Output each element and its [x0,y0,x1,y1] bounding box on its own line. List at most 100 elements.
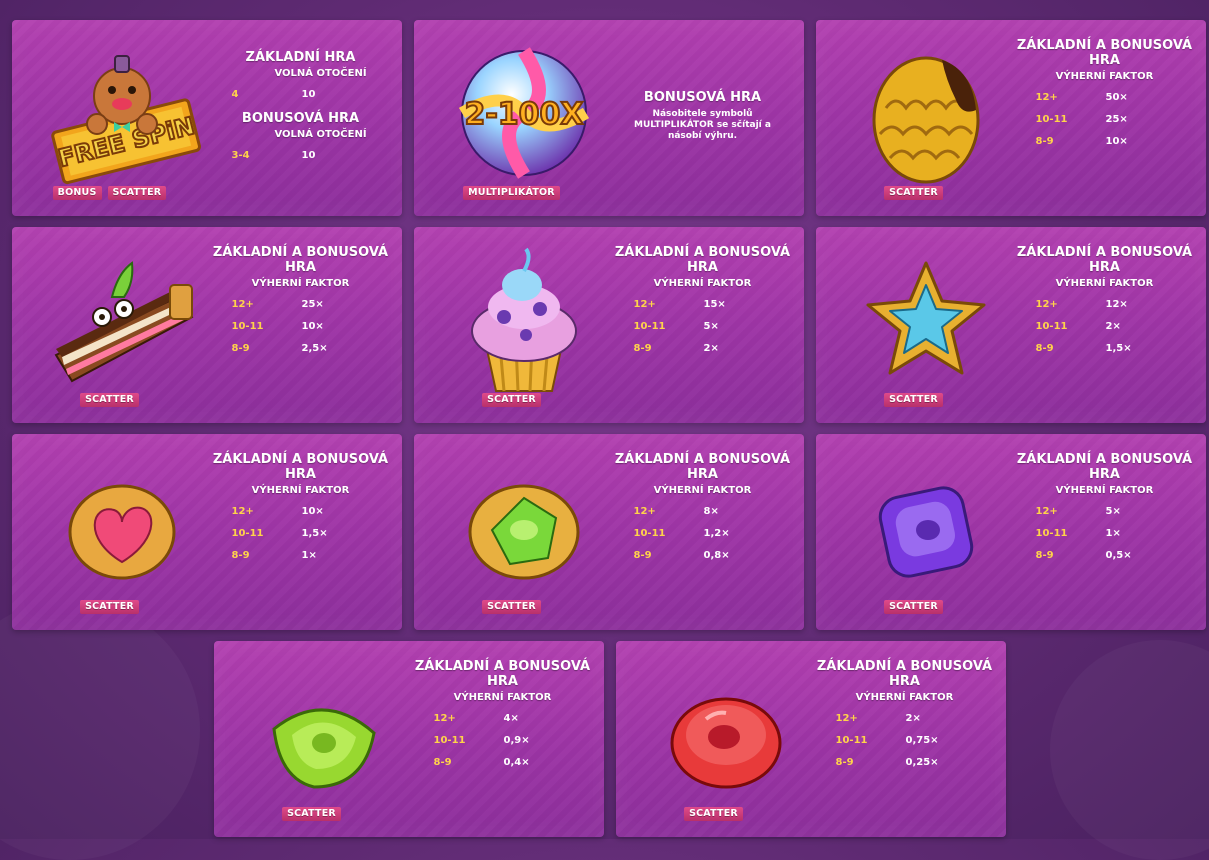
scatter-tag: SCATTER [684,807,743,821]
cupcake-icon [471,247,577,392]
count-cell: 10-11 [231,320,264,332]
bonus-paytable: 3-4 10 [226,144,376,166]
paytable: 12+ 4× 10-11 0,9× 8-9 0,4× [428,707,578,773]
symbol-info: ZÁKLADNÍ A BONUSOVÁ HRA VÝHERNÍ FAKTOR 1… [1011,452,1198,566]
base-game-subtitle: VOLNÁ OTOČENÍ [274,68,367,79]
paytable-row: 10-11 1,5× [226,522,376,544]
paytable-row: 4 10 [226,83,376,105]
green-candy-icon [272,708,376,789]
symbol-tags: SCATTER [414,393,609,407]
paytable: 12+ 50× 10-11 25× 8-9 10× [1030,86,1180,152]
count-cell: 10-11 [1035,113,1068,125]
count-cell: 12+ [633,298,656,310]
symbol-info: ZÁKLADNÍ A BONUSOVÁ HRA VÝHERNÍ FAKTOR 1… [409,659,596,773]
symbol-info: BONUSOVÁ HRA Násobitele symbolů MULTIPLI… [609,90,796,142]
win-title: ZÁKLADNÍ A BONUSOVÁ HRA [414,659,591,689]
paytable-row: 8-9 1× [226,544,376,566]
value-cell: 0,8× [703,549,730,561]
win-subtitle: VÝHERNÍ FAKTOR [251,485,350,496]
paytable-row: 8-9 2,5× [226,337,376,359]
count-cell: 8-9 [1035,549,1054,561]
value-cell: 10 [301,149,316,161]
paytable-row: 8-9 0,5× [1030,544,1180,566]
paytable-row: 10-11 2× [1030,315,1180,337]
paytable-row: 8-9 1,5× [1030,337,1180,359]
value-cell: 5× [1105,505,1121,517]
win-subtitle: VÝHERNÍ FAKTOR [855,692,954,703]
value-cell: 1,2× [703,527,730,539]
value-cell: 1× [1105,527,1121,539]
symbol-info: ZÁKLADNÍ A BONUSOVÁ HRA VÝHERNÍ FAKTOR 1… [609,245,796,359]
paytable-row: 3-4 10 [226,144,376,166]
value-cell: 25× [1105,113,1128,125]
star-cookie-icon [866,261,986,375]
value-cell: 2× [905,712,921,724]
paytable-row: 8-9 2× [628,337,778,359]
paytable: 12+ 25× 10-11 10× 8-9 2,5× [226,293,376,359]
paytable-row: 10-11 1,2× [628,522,778,544]
win-subtitle: VÝHERNÍ FAKTOR [653,278,752,289]
symbol-tags: SCATTER [816,393,1011,407]
count-cell: 8-9 [835,756,854,768]
paytable-row: SCATTER ZÁKLADNÍ A BONUSOVÁ HRA VÝHERNÍ … [12,434,1208,630]
count-cell: 12+ [1035,91,1058,103]
value-cell: 0,5× [1105,549,1132,561]
count-cell: 8-9 [433,756,452,768]
symbol-info: ZÁKLADNÍ A BONUSOVÁ HRA VÝHERNÍ FAKTOR 1… [1011,245,1198,359]
value-cell: 1,5× [301,527,328,539]
value-cell: 1,5× [1105,342,1132,354]
bonus-game-subtitle: VOLNÁ OTOČENÍ [274,129,367,140]
count-cell: 3-4 [231,149,250,161]
golden-egg-icon [872,56,980,184]
multiplier-label: 2-100X [464,97,583,132]
paytable: 12+ 15× 10-11 5× 8-9 2× [628,293,778,359]
paytable-row: 12+ 15× [628,293,778,315]
value-cell: 2,5× [301,342,328,354]
paytable-row: 12+ 5× [1030,500,1180,522]
win-title: ZÁKLADNÍ A BONUSOVÁ HRA [212,245,389,275]
value-cell: 10 [301,88,316,100]
count-cell: 12+ [633,505,656,517]
count-cell: 8-9 [633,342,652,354]
green-jam-cookie-icon [468,484,580,580]
scatter-tag: SCATTER [884,600,943,614]
win-subtitle: VÝHERNÍ FAKTOR [251,278,350,289]
value-cell: 0,4× [503,756,530,768]
count-cell: 12+ [231,298,254,310]
red-candy-icon [670,697,782,789]
symbol-card-purple-candy: SCATTER ZÁKLADNÍ A BONUSOVÁ HRA VÝHERNÍ … [816,434,1206,630]
count-cell: 8-9 [1035,135,1054,147]
paytable-row: 12+ 12× [1030,293,1180,315]
symbol-card-multiplier: 2-100X MULTIPLIKÁTOR BONUSOVÁ HRA Násobi… [414,20,804,216]
symbol-card-star-cookie: SCATTER ZÁKLADNÍ A BONUSOVÁ HRA VÝHERNÍ … [816,227,1206,423]
symbol-info: ZÁKLADNÍ A BONUSOVÁ HRA VÝHERNÍ FAKTOR 1… [207,452,394,566]
paytable: 12+ 2× 10-11 0,75× 8-9 0,25× [830,707,980,773]
win-title: ZÁKLADNÍ A BONUSOVÁ HRA [1016,452,1193,482]
bonus-game-title: BONUSOVÁ HRA [643,90,762,105]
value-cell: 1× [301,549,317,561]
scatter-tag: SCATTER [107,186,167,200]
symbol-tags: SCATTER [816,186,1011,200]
win-subtitle: VÝHERNÍ FAKTOR [453,692,552,703]
symbol-card-red-candy: SCATTER ZÁKLADNÍ A BONUSOVÁ HRA VÝHERNÍ … [616,641,1006,837]
paytable-row: 8-9 0,8× [628,544,778,566]
symbol-tags: SCATTER [414,600,609,614]
value-cell: 10× [301,320,324,332]
win-title: ZÁKLADNÍ A BONUSOVÁ HRA [1016,245,1193,275]
base-paytable: 4 10 [226,83,376,105]
paytable: 12+ 12× 10-11 2× 8-9 1,5× [1030,293,1180,359]
scatter-tag: SCATTER [482,393,541,407]
paytable: 12+ 5× 10-11 1× 8-9 0,5× [1030,500,1180,566]
win-subtitle: VÝHERNÍ FAKTOR [1055,278,1154,289]
paytable-row: 12+ 4× [428,707,578,729]
symbol-card-green-candy: SCATTER ZÁKLADNÍ A BONUSOVÁ HRA VÝHERNÍ … [214,641,604,837]
value-cell: 2× [1105,320,1121,332]
symbol-card-cupcake: SCATTER ZÁKLADNÍ A BONUSOVÁ HRA VÝHERNÍ … [414,227,804,423]
paytable-row: 12+ 8× [628,500,778,522]
purple-candy-icon [878,486,974,578]
heart-cookie-icon [68,484,176,580]
symbol-info: ZÁKLADNÍ HRA VOLNÁ OTOČENÍ 4 10 BONUSOVÁ… [207,50,394,166]
symbol-tags: SCATTER [12,393,207,407]
value-cell: 5× [703,320,719,332]
symbol-card-heart-cookie: SCATTER ZÁKLADNÍ A BONUSOVÁ HRA VÝHERNÍ … [12,434,402,630]
